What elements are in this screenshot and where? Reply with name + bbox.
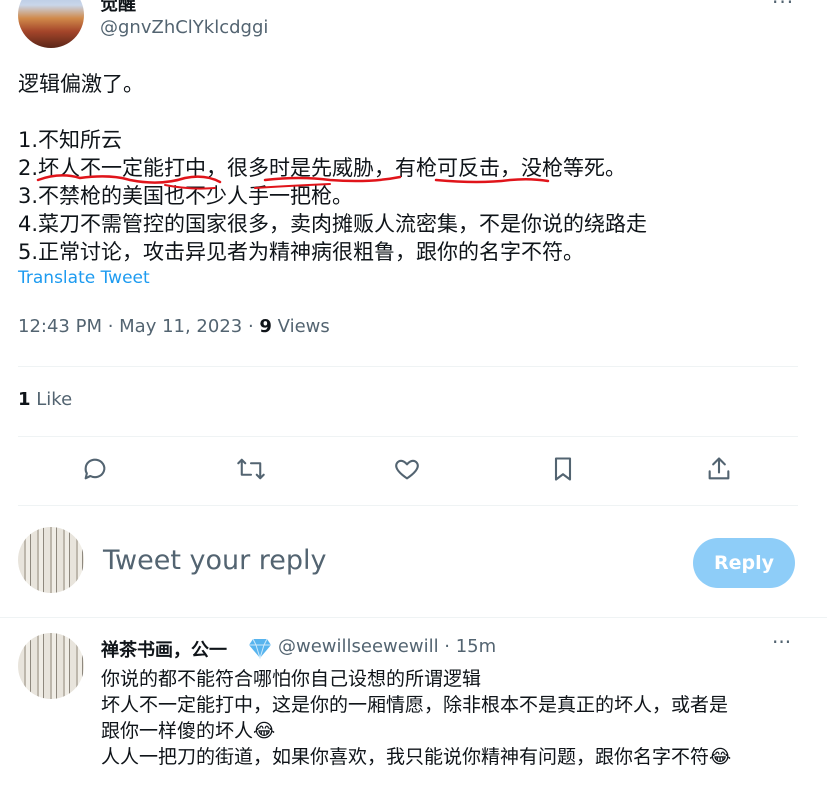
reply-button[interactable]: Reply — [693, 538, 795, 588]
reply-line: 人人一把刀的街道，如果你喜欢，我只能说你精神有问题，跟你名字不符😂 — [101, 746, 732, 768]
divider — [18, 505, 798, 506]
retweet-icon — [237, 458, 265, 480]
reply-more-options-icon[interactable]: ··· — [772, 630, 791, 654]
reply-text: 你说的都不能符合哪怕你自己设想的所谓逻辑 坏人不一定能打中，这是你的一厢情愿，除… — [101, 666, 801, 770]
views-count: 9 — [259, 316, 272, 337]
share-action[interactable] — [701, 451, 737, 487]
comment-icon — [84, 458, 106, 480]
like-action[interactable] — [389, 451, 425, 487]
divider — [18, 366, 798, 367]
user-handle[interactable]: @gnvZhClYklcdggi — [100, 17, 268, 38]
reply-input[interactable]: Tweet your reply — [103, 545, 327, 576]
tweet-line: 4.菜刀不需管控的国家很多，卖肉摊贩人流密集，不是你说的绕路走 — [18, 212, 648, 236]
divider — [18, 436, 798, 437]
tweet-text: 逻辑偏激了。 1.不知所云 2.坏人不一定能打中，很多时是先威胁，有枪可反击，没… — [18, 70, 798, 266]
likes-stat[interactable]: 1 Like — [18, 389, 72, 410]
tweet-line: 逻辑偏激了。 — [18, 72, 144, 96]
display-name[interactable]: 觉醒 — [100, 0, 136, 16]
section-divider — [0, 617, 827, 618]
tweet-line — [18, 98, 798, 126]
translate-tweet-link[interactable]: Translate Tweet — [18, 268, 150, 288]
views-label: Views — [271, 316, 330, 337]
reply-display-name[interactable]: 禅茶书画，公一 — [101, 636, 227, 662]
reply-handle-time[interactable]: @wewillseewewill · 15m — [278, 636, 496, 657]
composer-avatar[interactable] — [18, 527, 84, 593]
more-options-icon[interactable]: ··· — [772, 0, 794, 14]
likes-count: 1 — [18, 389, 31, 410]
reply-action[interactable] — [77, 451, 113, 487]
tweet-line: 3.不禁枪的美国也不少人手一把枪。 — [18, 184, 354, 208]
bookmark-action[interactable] — [545, 451, 581, 487]
reply-line: 跟你一样傻的坏人😂 — [101, 720, 276, 742]
bookmark-icon — [554, 457, 572, 481]
retweet-action[interactable] — [233, 451, 269, 487]
tweet-line: 2.坏人不一定能打中，很多时是先威胁，有枪可反击，没枪等死。 — [18, 156, 627, 180]
likes-label: Like — [30, 389, 73, 410]
reply-name-text: 禅茶书画，公一 — [101, 640, 227, 661]
timestamp[interactable]: 12:43 PM · May 11, 2023 · — [18, 316, 259, 337]
share-icon — [708, 457, 730, 480]
tweet-line: 1.不知所云 — [18, 128, 123, 152]
reply-line: 坏人不一定能打中，这是你的一厢情愿，除非根本不是真正的坏人，或者是 — [101, 694, 729, 716]
reply-line: 你说的都不能符合哪怕你自己设想的所谓逻辑 — [101, 668, 482, 690]
like-icon — [395, 459, 419, 480]
avatar[interactable] — [18, 0, 84, 48]
verified-diamond-icon — [249, 638, 271, 659]
reply-avatar[interactable] — [18, 633, 84, 699]
tweet-meta: 12:43 PM · May 11, 2023 · 9 Views — [18, 316, 330, 337]
tweet-line: 5.正常讨论，攻击异见者为精神病很粗鲁，跟你的名字不符。 — [18, 240, 585, 264]
